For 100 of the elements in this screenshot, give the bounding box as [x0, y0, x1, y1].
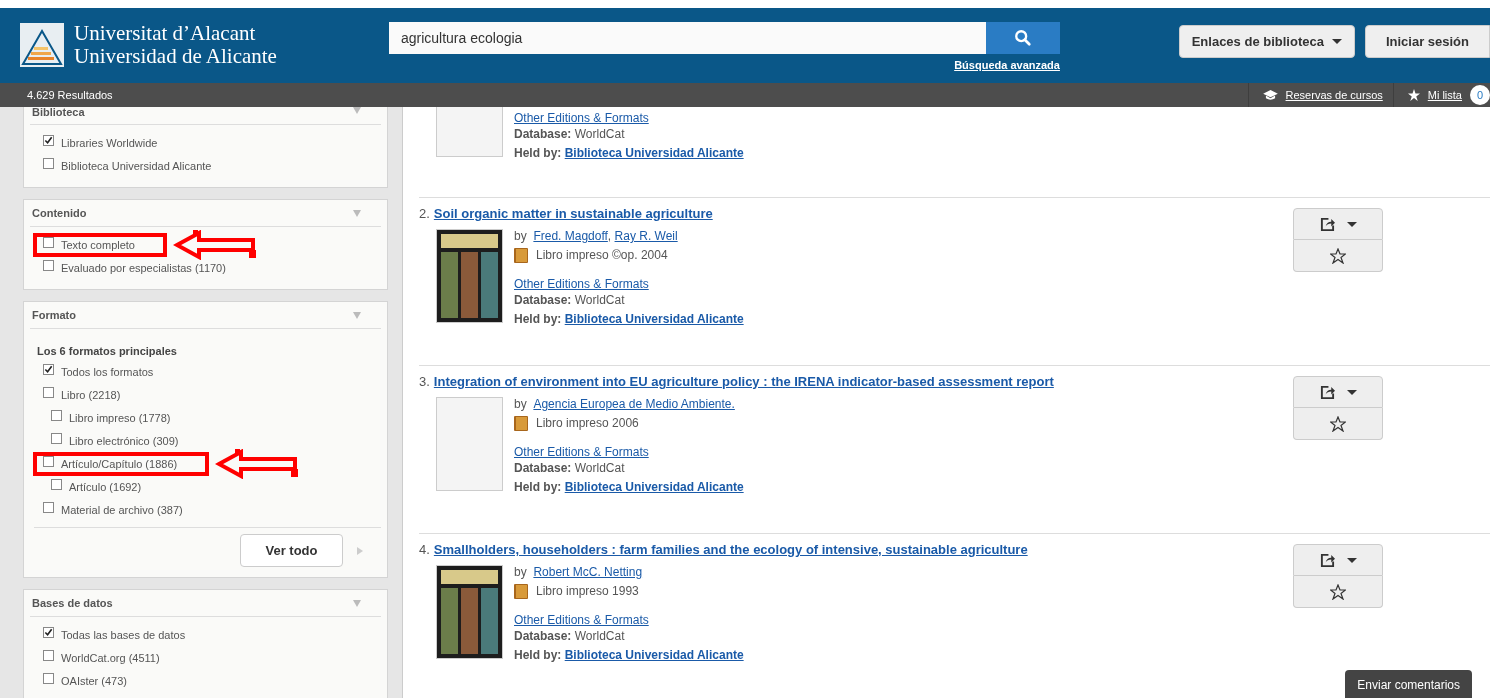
star-icon	[1407, 89, 1420, 101]
filter-title[interactable]: Biblioteca	[32, 107, 85, 118]
filter-title[interactable]: Contenido	[32, 207, 87, 219]
filter-option[interactable]: Biblioteca Universidad Alicante	[61, 159, 212, 172]
database-label: Database:	[514, 629, 572, 644]
author-link[interactable]: Ray R. Weil	[614, 229, 678, 244]
author-link[interactable]: Robert McC. Netting	[533, 565, 643, 580]
book-icon	[514, 248, 528, 263]
checkbox[interactable]	[43, 260, 54, 271]
filter-option[interactable]: Artículo (1692)	[69, 480, 142, 493]
share-button[interactable]	[1293, 376, 1383, 408]
result-title-link[interactable]: Smallholders, householders : farm families and the ecology of intensive, sustainable agriculture	[433, 542, 1028, 557]
caret-icon	[1346, 221, 1357, 227]
database-value: WorldCat	[574, 629, 625, 644]
filter-option[interactable]: Libro impreso (1778)	[69, 411, 171, 424]
filter-subtitle: Los 6 formatos principales	[37, 345, 178, 357]
result-number: 3.	[419, 374, 430, 389]
library-links-dropdown[interactable]: Enlaces de biblioteca	[1178, 25, 1355, 58]
filter-option[interactable]: Material de archivo (387)	[61, 503, 183, 516]
other-editions-link[interactable]: Other Editions & Formats	[514, 109, 649, 127]
star-icon	[1330, 247, 1346, 264]
advanced-search-link[interactable]: Búsqueda avanzada	[954, 59, 1060, 71]
view-all-button[interactable]: Ver todo	[240, 534, 343, 567]
filter-option[interactable]: Todos los formatos	[61, 365, 154, 378]
collapse-icon[interactable]	[353, 209, 361, 217]
share-icon	[1319, 216, 1335, 232]
filter-option[interactable]: Todas las bases de datos	[61, 628, 186, 641]
filter-option[interactable]: Libro electrónico (309)	[69, 434, 179, 447]
other-editions-link[interactable]: Other Editions & Formats	[514, 611, 649, 629]
filter-option[interactable]: WorldCat.org (4511)	[61, 651, 160, 664]
held-by-label: Held by:	[514, 146, 562, 161]
by-label: by	[514, 229, 527, 244]
result-number: 4.	[419, 542, 430, 557]
database-label: Database:	[514, 127, 572, 142]
caret-icon	[1331, 39, 1342, 44]
filter-title[interactable]: Bases de datos	[32, 597, 113, 609]
result-title-link[interactable]: Soil organic matter in sustainable agriculture	[433, 206, 713, 221]
filter-option[interactable]: Evaluado por especialistas (1170)	[61, 261, 226, 274]
sign-in-button[interactable]: Iniciar sesión	[1364, 25, 1490, 58]
filter-title[interactable]: Formato	[32, 309, 76, 321]
filter-option[interactable]: Libraries Worldwide	[61, 136, 158, 149]
checkbox[interactable]	[43, 364, 54, 375]
university-name: Universitat d’Alacant	[74, 22, 257, 45]
list-count-badge: 0	[1470, 85, 1490, 105]
checkbox[interactable]	[43, 456, 54, 467]
checkbox[interactable]	[51, 410, 62, 421]
share-icon	[1319, 384, 1335, 400]
checkbox[interactable]	[43, 650, 54, 661]
checkbox[interactable]	[43, 387, 54, 398]
author-link[interactable]: Fred. Magdoff	[533, 229, 608, 244]
holding-library-link[interactable]: Biblioteca Universidad Alicante	[564, 146, 744, 161]
holding-library-link[interactable]: Biblioteca Universidad Alicante	[564, 480, 744, 495]
by-label: by	[514, 565, 527, 580]
database-label: Database:	[514, 461, 572, 476]
checkbox[interactable]	[43, 158, 54, 169]
graduation-cap-icon	[1262, 89, 1278, 101]
checkbox[interactable]	[51, 433, 62, 444]
share-button[interactable]	[1293, 208, 1383, 240]
logo-icon	[20, 23, 64, 67]
book-icon	[514, 584, 528, 599]
database-value: WorldCat	[574, 127, 625, 142]
my-list-link[interactable]: Mi lista	[1427, 89, 1462, 101]
search-icon	[1013, 29, 1032, 47]
database-label: Database:	[514, 293, 572, 308]
holding-library-link[interactable]: Biblioteca Universidad Alicante	[564, 312, 744, 327]
checkbox[interactable]	[43, 673, 54, 684]
database-value: WorldCat	[574, 293, 625, 308]
filter-option[interactable]: OAIster (473)	[61, 674, 128, 687]
filter-option[interactable]: Texto completo	[61, 238, 135, 251]
course-reserves-link[interactable]: Reservas de cursos	[1285, 89, 1383, 101]
holding-library-link[interactable]: Biblioteca Universidad Alicante	[564, 648, 744, 663]
checkbox[interactable]	[51, 479, 62, 490]
collapse-icon[interactable]	[353, 107, 361, 114]
caret-icon	[1346, 557, 1357, 563]
book-icon	[514, 416, 528, 431]
author-link[interactable]: Agencia Europea de Medio Ambiente.	[533, 397, 735, 412]
star-icon	[1330, 583, 1346, 600]
format-label: Libro impreso 2006	[536, 416, 639, 431]
collapse-icon[interactable]	[353, 311, 361, 319]
result-title-link[interactable]: Integration of environment into EU agriculture policy : the IRENA indicator-based assessment report	[433, 374, 1054, 389]
held-by-label: Held by:	[514, 480, 562, 495]
checkbox[interactable]	[43, 135, 54, 146]
results-count: 4.629 Resultados	[27, 89, 113, 101]
other-editions-link[interactable]: Other Editions & Formats	[514, 275, 649, 293]
result-number: 2.	[419, 206, 430, 221]
filter-option[interactable]: Libro (2218)	[61, 388, 121, 401]
filter-option[interactable]: Artículo/Capítulo (1886)	[61, 457, 178, 470]
share-button[interactable]	[1293, 544, 1383, 576]
collapse-icon[interactable]	[353, 599, 361, 607]
checkbox[interactable]	[43, 237, 54, 248]
search-button[interactable]	[985, 22, 1060, 54]
by-label: by	[514, 397, 527, 412]
search-field[interactable]: agricultura ecologia	[388, 22, 986, 54]
held-by-label: Held by:	[514, 312, 562, 327]
checkbox[interactable]	[43, 502, 54, 513]
caret-icon	[1346, 389, 1357, 395]
feedback-button[interactable]: Enviar comentarios	[1345, 670, 1472, 698]
star-icon	[1330, 415, 1346, 432]
other-editions-link[interactable]: Other Editions & Formats	[514, 443, 649, 461]
checkbox[interactable]	[43, 627, 54, 638]
